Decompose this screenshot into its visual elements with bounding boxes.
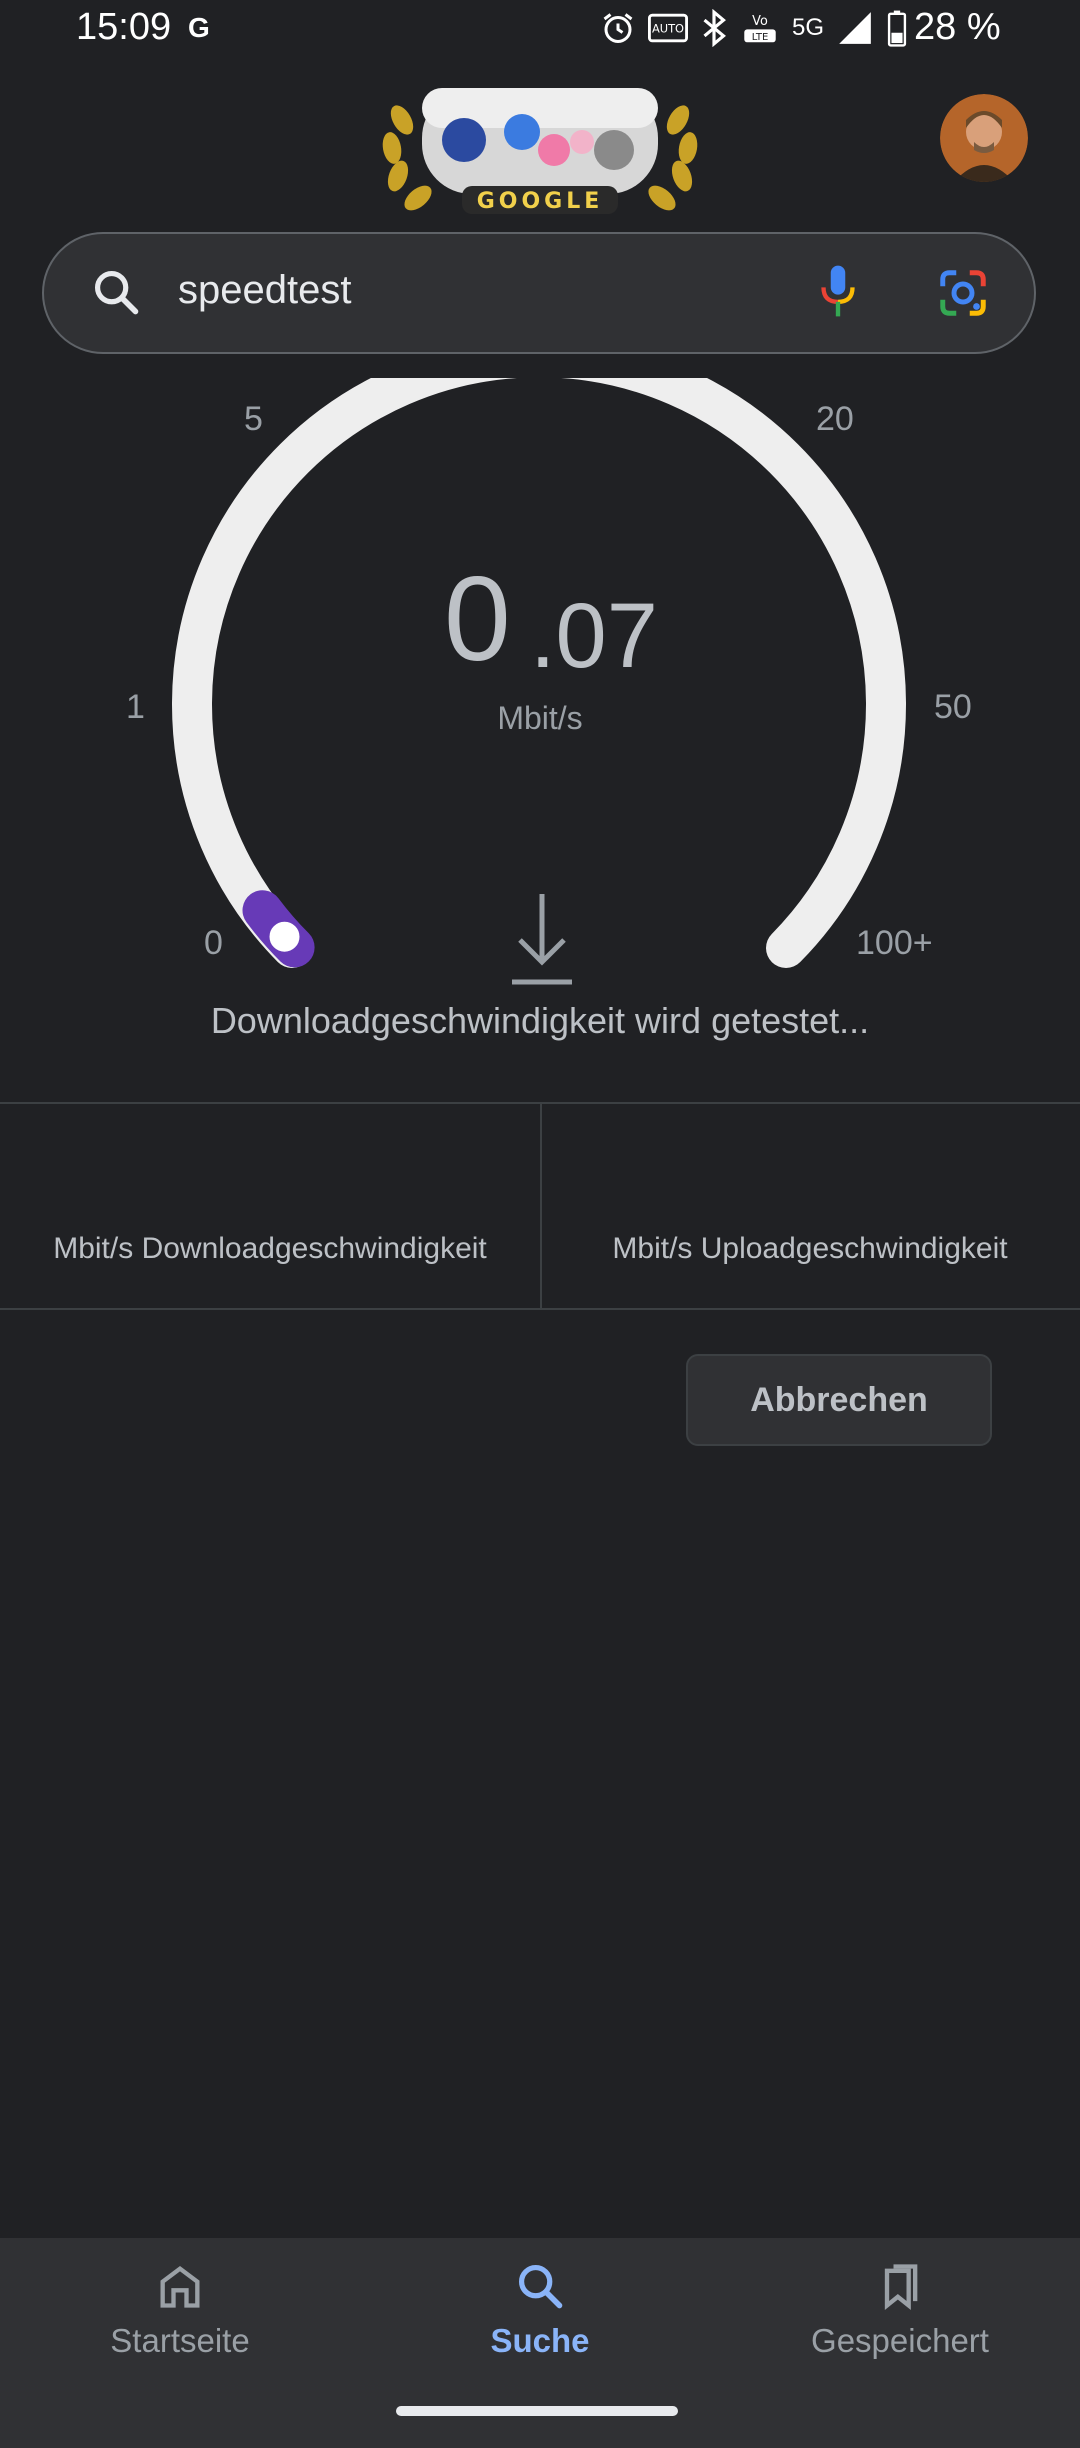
tick-100: 100+ bbox=[856, 924, 933, 962]
google-doodle[interactable]: GOOGLE bbox=[372, 80, 708, 218]
signal-icon bbox=[839, 12, 871, 44]
microphone-icon[interactable] bbox=[816, 262, 860, 320]
nav-label-saved: Gespeichert bbox=[811, 2322, 989, 2359]
gesture-bar[interactable] bbox=[396, 2406, 678, 2416]
results-divider bbox=[540, 1104, 542, 1308]
test-status-message: Downloadgeschwindigkeit wird getestet... bbox=[210, 1000, 870, 1041]
nav-item-home[interactable]: Startseite bbox=[30, 2260, 330, 2360]
carrier-glyph: G bbox=[188, 12, 210, 43]
5g-icon: 5G bbox=[792, 14, 825, 41]
speed-value-integer: 0 bbox=[444, 552, 511, 686]
svg-text:Vo: Vo bbox=[752, 14, 768, 29]
tick-0: 0 bbox=[204, 924, 223, 962]
nav-item-search[interactable]: Suche bbox=[390, 2260, 690, 2360]
speed-unit: Mbit/s bbox=[497, 700, 583, 736]
search-icon[interactable] bbox=[90, 266, 142, 318]
google-lens-icon[interactable] bbox=[936, 266, 990, 320]
status-time: 15:09 bbox=[76, 6, 172, 48]
cancel-button[interactable]: Abbrechen bbox=[686, 1354, 992, 1446]
bluetooth-icon bbox=[703, 9, 726, 47]
svg-text:GOOGLE: GOOGLE bbox=[477, 189, 604, 214]
alarm-icon bbox=[603, 13, 633, 43]
speed-value-decimal: .07 bbox=[530, 585, 658, 687]
upload-speed-label: Mbit/s Uploadgeschwindigkeit bbox=[612, 1232, 1008, 1265]
nav-label-search: Suche bbox=[490, 2322, 590, 2359]
search-input[interactable]: speedtest bbox=[178, 268, 351, 313]
status-icons: AUTO Vo LTE 5G bbox=[600, 6, 908, 50]
search-icon bbox=[518, 2264, 563, 2309]
nav-item-saved[interactable]: Gespeichert bbox=[750, 2260, 1050, 2360]
avatar[interactable] bbox=[940, 94, 1028, 182]
gauge-knob bbox=[265, 917, 304, 956]
divider-bottom bbox=[0, 1308, 1080, 1310]
svg-text:AUTO: AUTO bbox=[652, 21, 684, 35]
speed-gauge bbox=[172, 378, 906, 968]
download-arrow-icon bbox=[512, 894, 572, 985]
download-speed-label: Mbit/s Downloadgeschwindigkeit bbox=[53, 1232, 487, 1265]
home-icon bbox=[160, 2265, 200, 2308]
auto-hz-icon: AUTO bbox=[648, 13, 688, 43]
nav-label-home: Startseite bbox=[110, 2322, 250, 2359]
tick-20: 20 bbox=[816, 400, 854, 438]
volte-icon: Vo LTE bbox=[744, 14, 776, 43]
tick-5: 5 bbox=[244, 400, 263, 438]
battery-icon bbox=[887, 10, 907, 47]
battery-percentage: 28 % bbox=[914, 6, 1001, 48]
saved-icon bbox=[884, 2264, 918, 2311]
svg-text:LTE: LTE bbox=[752, 32, 769, 43]
